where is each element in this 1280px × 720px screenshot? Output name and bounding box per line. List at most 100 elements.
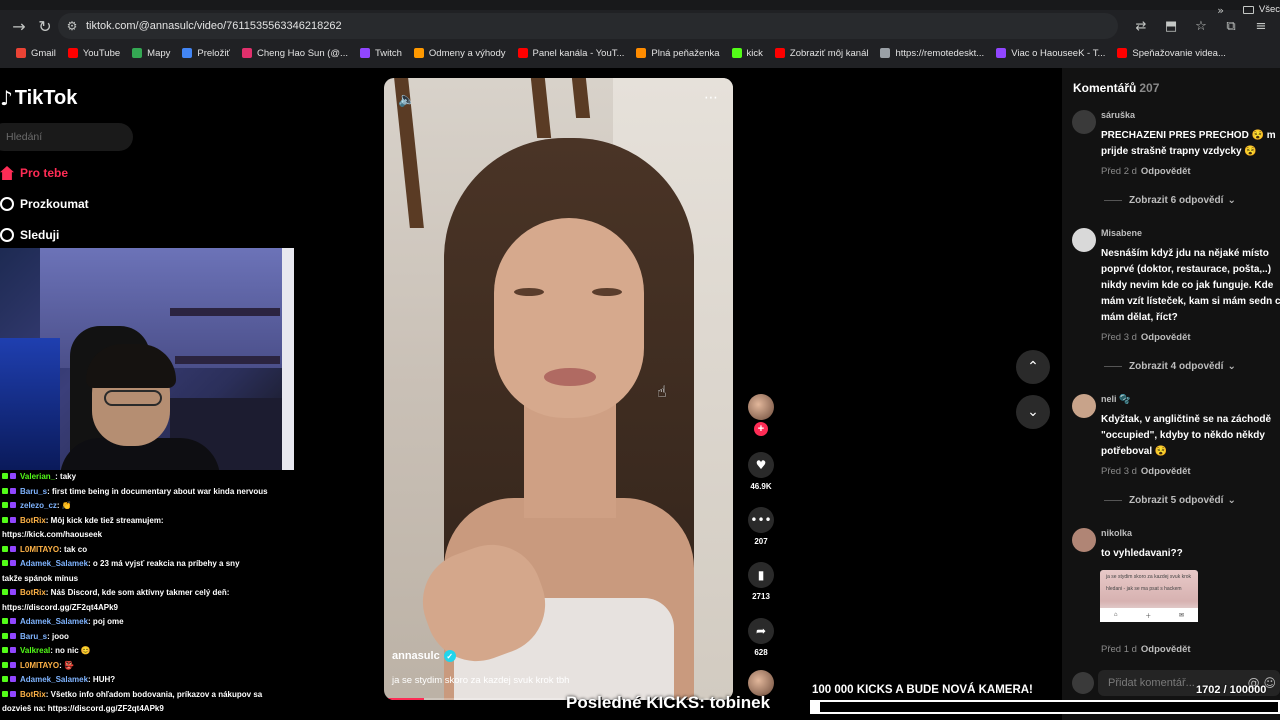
forward-icon[interactable]: →: [6, 13, 32, 39]
compass-icon: [0, 197, 14, 211]
video-author[interactable]: annasulc ✓: [392, 650, 456, 662]
chat-badge-icon: [2, 501, 20, 511]
reply-button[interactable]: Odpovědět: [1141, 466, 1191, 477]
kicks-goal-count: 1702 / 100000: [1196, 684, 1267, 696]
avatar[interactable]: [1072, 228, 1096, 252]
reply-button[interactable]: Odpovědět: [1141, 166, 1191, 177]
bookmark-star-icon[interactable]: ☆: [1188, 14, 1214, 38]
chat-text: https://kick.com/haouseek: [2, 530, 103, 539]
more-options-icon[interactable]: ⋯: [704, 90, 719, 106]
install-app-icon[interactable]: ⬒: [1158, 14, 1184, 38]
bookmark-item[interactable]: Zobraziť môj kanál: [774, 48, 868, 59]
show-replies-button[interactable]: Zobrazit 5 odpovědí ⌄: [1104, 495, 1236, 506]
all-bookmarks[interactable]: Všec: [1242, 4, 1280, 15]
bookmark-item[interactable]: Twitch: [359, 48, 402, 59]
share-button[interactable]: ➦ 628: [748, 618, 774, 657]
chevron-up-icon: ⌃: [1027, 359, 1039, 375]
chat-username: Valkreal: [20, 646, 51, 655]
webcam-led-light: [0, 338, 60, 470]
folder-icon: [1242, 5, 1254, 14]
like-button[interactable]: ♥ 46.9K: [748, 452, 774, 491]
site-info-icon[interactable]: ⚙: [58, 19, 86, 33]
extensions-icon[interactable]: ⧉: [1218, 14, 1244, 38]
comment-username[interactable]: nikolka: [1101, 528, 1132, 538]
show-replies-button[interactable]: Zobrazit 6 odpovědí ⌄: [1104, 195, 1236, 206]
avatar[interactable]: [1072, 394, 1096, 418]
menu-icon[interactable]: ≡: [1248, 14, 1274, 38]
comment-meta: Před 3 d Odpovědět: [1101, 466, 1191, 477]
nav-explore[interactable]: Prozkoumat: [0, 197, 89, 211]
chat-message: Valerian_: taky: [2, 472, 76, 482]
bookmark-item[interactable]: YouTube: [67, 48, 120, 59]
comment-username[interactable]: Misabene: [1101, 228, 1142, 238]
comment-username[interactable]: neli 🫧: [1101, 394, 1130, 405]
browser-chrome: → ↻ ⚙ tiktok.com/@annasulc/video/7611535…: [0, 0, 1280, 68]
webcam-shelf: [170, 308, 280, 316]
share-icon: ➦: [748, 618, 774, 644]
nav-following[interactable]: Sleduji: [0, 228, 59, 242]
chat-text: dozvieš na: https://discord.gg/ZF2qt4APk…: [2, 704, 164, 713]
chat-badge-icon: [2, 559, 20, 569]
chat-badge-icon: [2, 675, 20, 685]
heart-icon: ♥: [748, 452, 774, 478]
search-input[interactable]: Hledání: [0, 123, 133, 151]
chat-message: Valkreal: no nic 😊: [2, 646, 91, 656]
chat-badge-icon: [2, 690, 20, 700]
chat-username: Adamek_Salamek: [20, 559, 89, 568]
comment-button[interactable]: ••• 207: [748, 507, 774, 546]
comment-username[interactable]: sáruška: [1101, 110, 1135, 120]
tiktok-note-icon: ♪: [0, 86, 13, 110]
comments-header: Komentářů 207: [1073, 81, 1160, 95]
next-video-button[interactable]: ⌄: [1016, 395, 1050, 429]
chat-text: : 👺: [59, 660, 74, 670]
chat-username: Adamek_Salamek: [20, 675, 89, 684]
reload-icon[interactable]: ↻: [32, 13, 58, 39]
add-icon: ＋: [1145, 613, 1152, 620]
comment-image-attachment[interactable]: ja se stydim skoro za kazdej svuk krok h…: [1100, 570, 1198, 622]
bookmark-item[interactable]: Gmail: [16, 48, 56, 59]
show-replies-button[interactable]: Zobrazit 4 odpovědí ⌄: [1104, 361, 1236, 372]
previous-video-button[interactable]: ⌃: [1016, 350, 1050, 384]
follow-plus-icon[interactable]: +: [754, 422, 768, 436]
bookmarks-overflow-icon[interactable]: »: [1217, 4, 1224, 17]
browser-actions: ⇄ ⬒ ☆ ⧉ ≡: [1128, 14, 1274, 38]
bookmark-item[interactable]: https://remotedeskt...: [880, 48, 984, 59]
bookmark-item[interactable]: Speňažovanie videa...: [1117, 48, 1226, 59]
chat-badge-icon: [2, 617, 20, 627]
reply-button[interactable]: Odpovědět: [1141, 644, 1191, 655]
home-icon: [0, 166, 14, 180]
avatar[interactable]: [1072, 110, 1096, 134]
tab-strip[interactable]: [0, 0, 1280, 10]
bookmark-item[interactable]: Cheng Hao Sun (@...: [242, 48, 348, 59]
translate-icon[interactable]: ⇄: [1128, 14, 1154, 38]
bookmark-favicon-icon: [16, 48, 26, 58]
bookmark-item[interactable]: Viac o HaouseeK - T...: [996, 48, 1105, 59]
chat-badge-icon: [2, 632, 20, 642]
bookmark-item[interactable]: Preložiť: [182, 48, 230, 59]
reply-button[interactable]: Odpovědět: [1141, 332, 1191, 343]
tiktok-logo[interactable]: ♪ TikTok: [0, 86, 77, 110]
author-avatar[interactable]: +: [748, 394, 774, 436]
bookmark-item[interactable]: Panel kanála - YouT...: [517, 48, 624, 59]
chat-username: Baru_s: [20, 631, 48, 641]
address-bar[interactable]: ⚙ tiktok.com/@annasulc/video/76115355633…: [58, 13, 1118, 39]
save-button[interactable]: ▮ 2713: [748, 562, 774, 601]
bookmark-item[interactable]: Mapy: [132, 48, 170, 59]
comment-meta: Před 3 d Odpovědět: [1101, 332, 1191, 343]
nav-for-you[interactable]: Pro tebe: [0, 166, 68, 180]
bookmark-item[interactable]: Odmeny a výhody: [413, 48, 506, 59]
url-text[interactable]: tiktok.com/@annasulc/video/7611535563346…: [86, 20, 342, 32]
video-player[interactable]: 🔈 ⋯ annasulc ✓ ja se stydim skoro za kaz…: [384, 78, 733, 700]
volume-icon[interactable]: 🔈: [398, 92, 418, 112]
bookmark-favicon-icon: [182, 48, 193, 58]
video-eyes: [514, 288, 624, 298]
chat-text: : HUH?: [88, 675, 116, 684]
video-face: [494, 218, 644, 418]
bookmark-favicon-icon: [731, 48, 742, 58]
bookmark-item[interactable]: Plná peňaženka: [636, 48, 720, 59]
inbox-icon: ✉: [1179, 612, 1185, 619]
avatar[interactable]: [1072, 528, 1096, 552]
chevron-down-icon: ⌄: [1227, 195, 1236, 206]
bookmark-item[interactable]: kick: [731, 48, 763, 59]
chat-username: L0MITAYO: [20, 660, 60, 670]
